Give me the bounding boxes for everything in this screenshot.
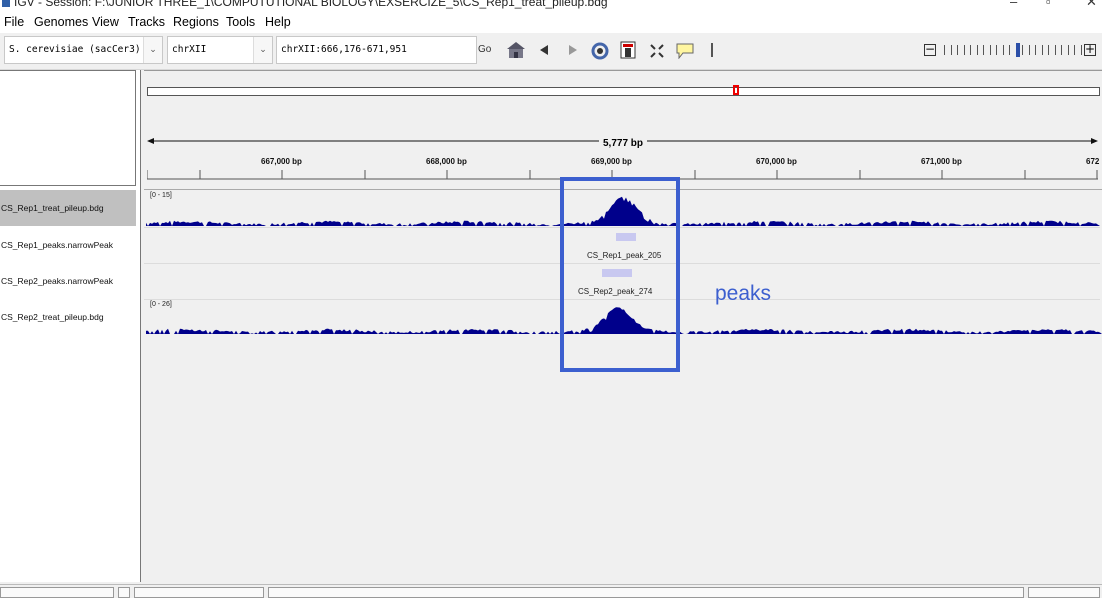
- locus-value: chrXII:666,176-671,951: [281, 44, 407, 55]
- ruler-tick-label: 670,000 bp: [756, 157, 797, 166]
- go-button[interactable]: Go: [478, 36, 494, 64]
- toolbar-divider: [711, 43, 713, 57]
- chromosome-value: chrXII: [172, 44, 207, 55]
- zoom-tick[interactable]: [1048, 45, 1049, 55]
- memory-status: [1028, 587, 1100, 598]
- menu-regions[interactable]: Regions: [173, 15, 219, 29]
- peak-highlight-box: [560, 177, 680, 372]
- ruler-header: 5,777 bp 667,000 bp 668,000 bp 669,000 b…: [144, 70, 1102, 191]
- track-name-rep2-peaks[interactable]: CS_Rep2_peaks.narrowPeak: [1, 276, 113, 286]
- ruler-tick-label: 669,000 bp: [591, 157, 632, 166]
- zoom-tick[interactable]: [1028, 45, 1030, 55]
- zoom-tick[interactable]: [1015, 43, 1020, 57]
- zoom-tick[interactable]: [1061, 45, 1062, 55]
- current-region-marker: [733, 85, 739, 95]
- window-title: IGV - Session: F:\JUNIOR THREE_1\COMPUTU…: [14, 0, 608, 9]
- status-segment: [118, 587, 130, 598]
- close-icon[interactable]: ✕: [1086, 0, 1097, 10]
- locus-input[interactable]: chrXII:666,176-671,951: [276, 36, 477, 64]
- track-name-rep1-pileup[interactable]: CS_Rep1_treat_pileup.bdg: [0, 190, 136, 226]
- toolbar: S. cerevisiae (sacCer3) ⌄ chrXII ⌄ chrXI…: [0, 33, 1102, 70]
- popup-info-icon[interactable]: [676, 43, 694, 59]
- menu-genomes[interactable]: Genomes: [34, 15, 88, 29]
- status-segment: [268, 587, 1024, 598]
- ruler-tick-label: 672: [1086, 157, 1100, 166]
- ruler-tick-label: 667,000 bp: [261, 157, 302, 166]
- zoom-tick[interactable]: [950, 45, 952, 55]
- menu-help[interactable]: Help: [265, 15, 291, 29]
- home-icon[interactable]: [506, 41, 526, 59]
- ruler-region-icon[interactable]: [620, 41, 636, 59]
- menu-view[interactable]: View: [92, 15, 119, 29]
- genome-value: S. cerevisiae (sacCer3): [9, 44, 141, 55]
- menu-tools[interactable]: Tools: [226, 15, 255, 29]
- zoom-tick[interactable]: [976, 45, 978, 55]
- span-length: 5,777 bp: [599, 138, 648, 149]
- chromosome-dropdown[interactable]: chrXII ⌄: [167, 36, 273, 64]
- status-segment: [134, 587, 264, 598]
- forward-arrow-icon[interactable]: [568, 45, 578, 55]
- maximize-icon[interactable]: ▫: [1046, 0, 1051, 9]
- zoom-tick[interactable]: [1080, 45, 1082, 55]
- back-arrow-icon[interactable]: [539, 45, 549, 55]
- zoom-tick[interactable]: [1009, 45, 1010, 55]
- chromosome-ideogram[interactable]: [147, 87, 1100, 96]
- menu-bar: File Genomes View Tracks Regions Tools H…: [0, 12, 1102, 33]
- zoom-tick[interactable]: [996, 45, 997, 55]
- resize-icon[interactable]: [650, 44, 664, 58]
- refresh-icon[interactable]: [590, 41, 610, 61]
- status-bar: [0, 584, 1102, 598]
- zoom-tick[interactable]: [1041, 45, 1043, 55]
- zoom-tick[interactable]: [1067, 45, 1069, 55]
- genome-dropdown[interactable]: S. cerevisiae (sacCer3) ⌄: [4, 36, 163, 64]
- track-name-panel: CS_Rep1_treat_pileup.bdg CS_Rep1_peaks.n…: [0, 70, 141, 582]
- zoom-tick[interactable]: [1035, 45, 1036, 55]
- ruler-tick-label: 668,000 bp: [426, 157, 467, 166]
- zoom-out-icon[interactable]: −: [924, 43, 936, 56]
- status-segment: [0, 587, 114, 598]
- zoom-tick[interactable]: [1074, 45, 1075, 55]
- chevron-down-icon[interactable]: ⌄: [253, 37, 272, 63]
- minimize-icon[interactable]: –: [1010, 0, 1017, 9]
- track-name-rep1-peaks[interactable]: CS_Rep1_peaks.narrowPeak: [1, 240, 113, 250]
- zoom-tick[interactable]: [1022, 45, 1023, 55]
- name-header: [0, 70, 136, 186]
- zoom-tick[interactable]: [963, 45, 965, 55]
- zoom-tick[interactable]: [957, 45, 958, 55]
- igv-app-icon: [2, 0, 10, 7]
- ruler-tick-label: 671,000 bp: [921, 157, 962, 166]
- menu-tracks[interactable]: Tracks: [128, 15, 165, 29]
- track-name-rep2-pileup[interactable]: CS_Rep2_treat_pileup.bdg: [1, 312, 104, 322]
- zoom-in-icon[interactable]: +: [1084, 43, 1096, 56]
- zoom-tick[interactable]: [944, 45, 945, 55]
- zoom-tick[interactable]: [989, 45, 991, 55]
- title-bar: IGV - Session: F:\JUNIOR THREE_1\COMPUTU…: [0, 0, 1102, 12]
- zoom-tick[interactable]: [983, 45, 984, 55]
- zoom-tick[interactable]: [970, 45, 971, 55]
- peaks-annotation: peaks: [715, 282, 772, 305]
- chevron-down-icon[interactable]: ⌄: [143, 37, 162, 63]
- zoom-tick[interactable]: [1054, 45, 1056, 55]
- zoom-tick[interactable]: [1002, 45, 1004, 55]
- menu-file[interactable]: File: [4, 15, 24, 29]
